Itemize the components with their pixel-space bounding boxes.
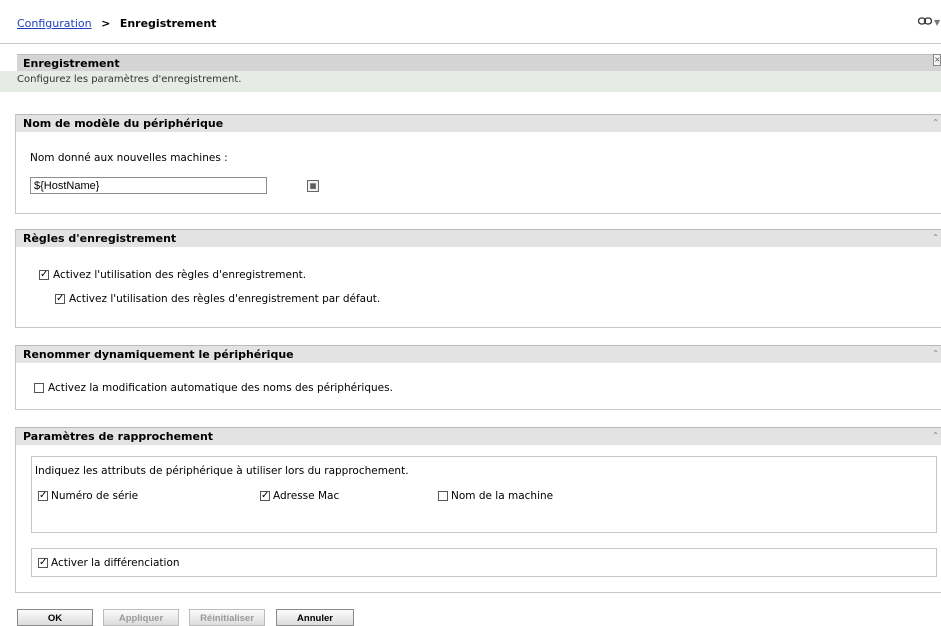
- page-description: Configurez les paramètres d'enregistreme…: [0, 71, 941, 92]
- page-title: Enregistrement: [17, 54, 941, 71]
- enable-rename-label: Activez la modification automatique des …: [48, 382, 393, 394]
- enable-rename-checkbox[interactable]: [34, 383, 44, 393]
- differentiation-checkbox[interactable]: ✓: [38, 558, 48, 568]
- apply-button[interactable]: Appliquer: [103, 609, 179, 626]
- close-icon[interactable]: ×: [933, 54, 941, 66]
- machine-name-label: Nom de la machine: [451, 490, 554, 502]
- machine-name-checkbox[interactable]: [438, 491, 448, 501]
- reconcile-instructions: Indiquez les attributs de périphérique à…: [35, 465, 409, 477]
- breadcrumb-configuration-link[interactable]: Configuration: [17, 17, 92, 30]
- section-rules-header[interactable]: Règles d'enregistrement ⌃: [16, 229, 941, 247]
- cancel-button[interactable]: Annuler: [276, 609, 354, 626]
- enable-default-rules-label: Activez l'utilisation des règles d'enreg…: [69, 293, 381, 305]
- section-reconcile-title: Paramètres de rapprochement: [23, 430, 214, 443]
- page-header: Enregistrement × Configurez les paramètr…: [0, 54, 941, 92]
- reconcile-attributes-box: Indiquez les attributs de périphérique à…: [31, 456, 937, 533]
- top-bar: Configuration > Enregistrement ▼: [0, 0, 941, 44]
- section-rename: Renommer dynamiquement le périphérique ⌃…: [15, 345, 941, 410]
- enable-rules-checkbox[interactable]: ✓: [39, 270, 49, 280]
- double-chevron-up-icon[interactable]: ⌃: [932, 349, 939, 358]
- breadcrumb: Configuration > Enregistrement: [17, 17, 216, 30]
- device-name-label: Nom donné aux nouvelles machines :: [30, 152, 228, 164]
- section-rename-header[interactable]: Renommer dynamiquement le périphérique ⌃: [16, 345, 941, 363]
- section-rules: Règles d'enregistrement ⌃ ✓ Activez l'ut…: [15, 229, 941, 328]
- mac-address-label: Adresse Mac: [273, 490, 340, 502]
- section-device-name: Nom de modèle du périphérique ⌃ Nom donn…: [15, 114, 941, 214]
- device-name-input[interactable]: [30, 177, 267, 194]
- link-icon-glyph: [917, 17, 933, 25]
- section-rules-title: Règles d'enregistrement: [23, 232, 177, 245]
- double-chevron-up-icon[interactable]: ⌃: [932, 118, 939, 127]
- section-rename-title: Renommer dynamiquement le périphérique: [23, 348, 294, 361]
- chevron-down-icon: ▼: [934, 18, 940, 27]
- section-reconcile: Paramètres de rapprochement ⌃ Indiquez l…: [15, 427, 941, 593]
- section-device-name-header[interactable]: Nom de modèle du périphérique ⌃: [16, 114, 941, 132]
- section-device-name-title: Nom de modèle du périphérique: [23, 117, 224, 130]
- section-reconcile-header[interactable]: Paramètres de rapprochement ⌃: [16, 427, 941, 445]
- differentiation-label: Activer la différenciation: [51, 557, 180, 569]
- reset-button[interactable]: Réinitialiser: [189, 609, 265, 626]
- serial-number-checkbox[interactable]: ✓: [38, 491, 48, 501]
- differentiation-box: ✓ Activer la différenciation: [31, 548, 937, 577]
- double-chevron-up-icon[interactable]: ⌃: [932, 431, 939, 440]
- link-icon[interactable]: ▼: [917, 15, 940, 28]
- double-chevron-up-icon[interactable]: ⌃: [932, 233, 939, 242]
- mac-address-checkbox[interactable]: ✓: [260, 491, 270, 501]
- browse-icon[interactable]: ▦: [307, 180, 319, 192]
- breadcrumb-separator: >: [101, 17, 111, 30]
- enable-default-rules-checkbox[interactable]: ✓: [55, 294, 65, 304]
- ok-button[interactable]: OK: [17, 609, 93, 626]
- serial-number-label: Numéro de série: [51, 490, 139, 502]
- breadcrumb-current: Enregistrement: [119, 17, 217, 30]
- enable-rules-label: Activez l'utilisation des règles d'enreg…: [53, 269, 307, 281]
